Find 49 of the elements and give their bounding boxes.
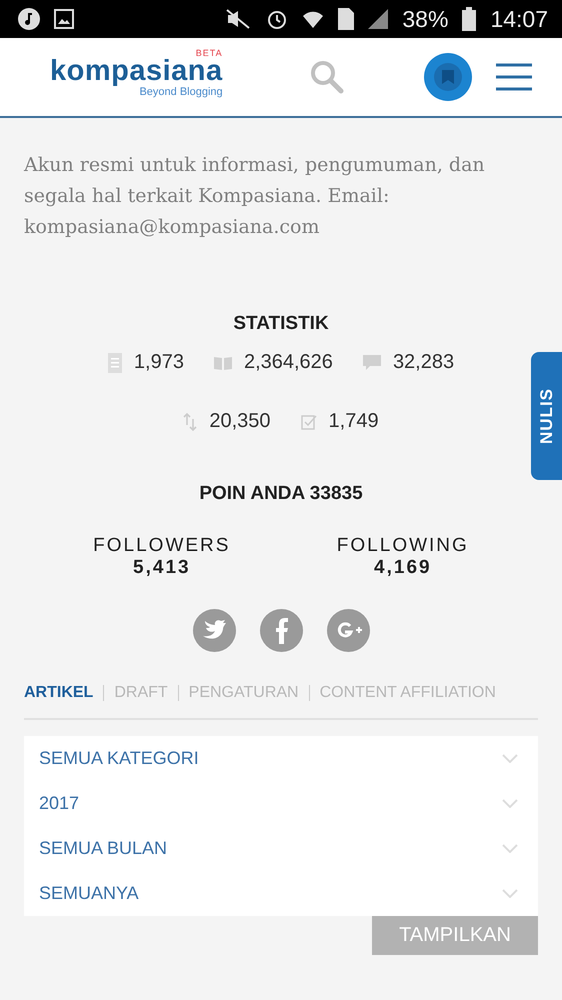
- alarm-clock-icon: [266, 8, 288, 30]
- stat-value: 20,350: [209, 410, 271, 433]
- search-icon[interactable]: [310, 60, 344, 94]
- stat-value: 2,364,626: [244, 351, 333, 374]
- dropdown-value: SEMUANYA: [39, 883, 139, 904]
- speech-bubble-icon: [362, 354, 381, 370]
- chevron-down-icon: [502, 754, 518, 763]
- up-down-arrows-icon: [183, 412, 198, 430]
- follow-label: FOLLOWERS: [93, 535, 230, 557]
- filter-dropdown[interactable]: 2017: [24, 781, 538, 826]
- tagline: Beyond Blogging: [139, 86, 223, 98]
- clock-time: 14:07: [490, 6, 548, 32]
- mute-icon: [224, 9, 252, 29]
- book-icon: [214, 356, 232, 370]
- beta-label: BETA: [196, 48, 223, 58]
- profile-tab[interactable]: ARTIKEL: [24, 684, 94, 702]
- battery-icon: [462, 7, 476, 31]
- follow-count: 4,169: [374, 557, 432, 579]
- follow-label: FOLLOWING: [336, 535, 469, 557]
- menu-icon[interactable]: [496, 63, 532, 91]
- music-note-icon: [18, 8, 40, 30]
- image-icon: [54, 9, 74, 29]
- document-icon: [108, 352, 122, 372]
- checkbox-icon: [300, 414, 317, 430]
- logo[interactable]: kompasiana: [50, 56, 223, 86]
- chevron-down-icon: [502, 844, 518, 853]
- write-side-tab[interactable]: NULIS: [531, 352, 562, 480]
- filter-dropdown[interactable]: SEMUA BULAN: [24, 826, 538, 871]
- points-total: POIN ANDA 33835: [198, 483, 364, 505]
- stat-value: 1,749: [328, 410, 379, 433]
- stat-value: 32,283: [392, 351, 454, 374]
- stat-value: 1,973: [134, 351, 184, 374]
- bird-icon[interactable]: [192, 609, 236, 652]
- filter-dropdown[interactable]: SEMUANYA: [24, 871, 538, 916]
- chevron-down-icon: [502, 889, 518, 898]
- avatar-icon[interactable]: [424, 53, 472, 101]
- google-plus-icon[interactable]: [326, 609, 370, 652]
- dropdown-value: SEMUA BULAN: [39, 838, 168, 859]
- chevron-down-icon: [502, 799, 518, 808]
- dropdown-value: 2017: [39, 793, 80, 814]
- sim-icon: [338, 8, 354, 30]
- signal-icon: [368, 9, 388, 29]
- battery-percent: 38%: [402, 6, 448, 32]
- follow-count: 5,413: [133, 557, 191, 579]
- statistics-title: STATISTIK: [232, 313, 330, 335]
- facebook-icon[interactable]: [260, 609, 302, 652]
- filter-dropdown[interactable]: SEMUA KATEGORI: [24, 736, 538, 781]
- dropdown-value: SEMUA KATEGORI: [39, 748, 199, 769]
- profile-description: Akun resmi untuk informasi, pengumuman, dan segala hal terkait Kompasiana. Email: kompasiana@kompasiana.com: [24, 153, 486, 240]
